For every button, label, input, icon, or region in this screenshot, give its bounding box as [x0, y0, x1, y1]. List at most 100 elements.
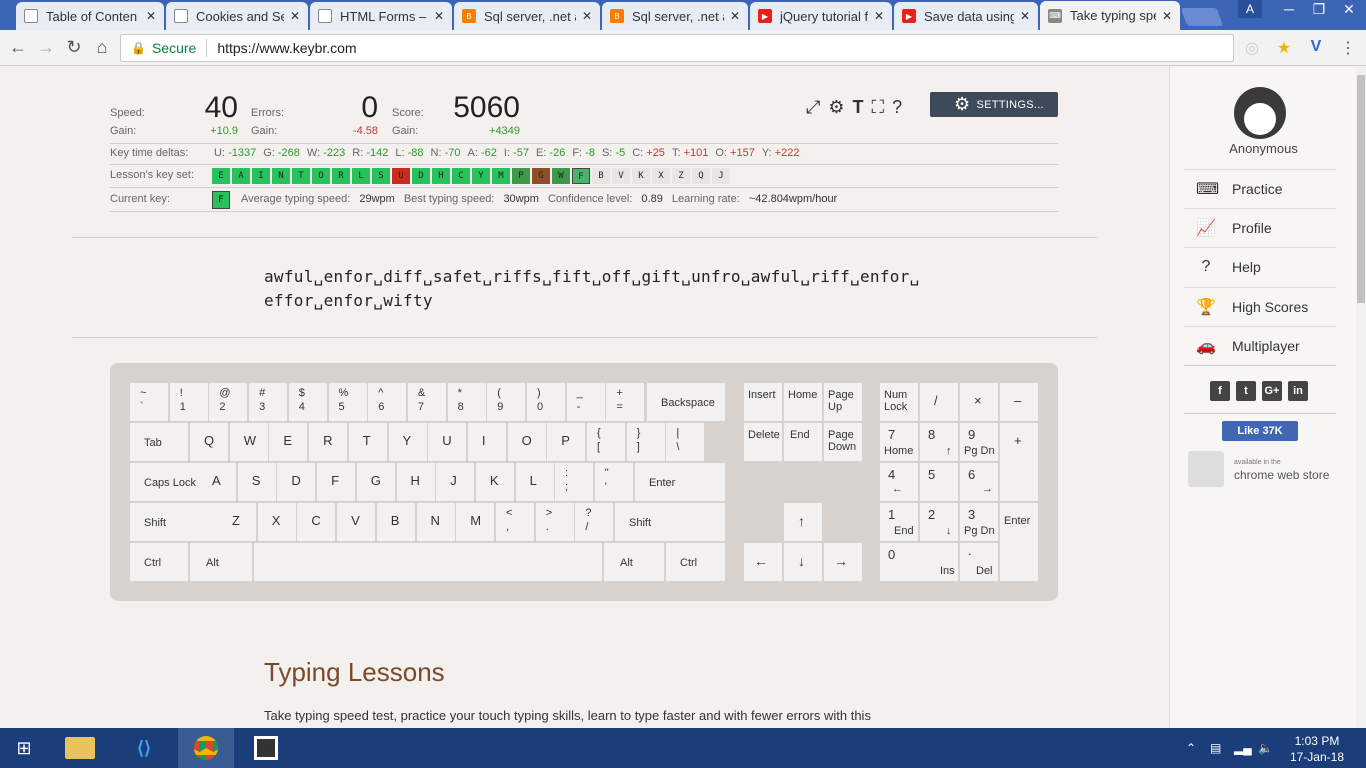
key[interactable]: ? /: [575, 503, 614, 541]
tab-jquery-tutorial[interactable]: ▶ jQuery tutorial f ✕: [750, 2, 892, 30]
key-numpad-1[interactable]: 1 End: [880, 503, 918, 541]
key-n[interactable]: N: [416, 503, 455, 541]
key-numpad-multiply[interactable]: ×: [960, 383, 998, 421]
key-page-down[interactable]: Page Down: [824, 423, 862, 461]
key-numpad-minus[interactable]: –: [1000, 383, 1038, 421]
key-page-up[interactable]: Page Up: [824, 383, 862, 421]
key-numpad-9[interactable]: 9 Pg Dn: [960, 423, 998, 461]
sidebar-item-multiplayer[interactable]: 🚗 Multiplayer: [1184, 326, 1336, 365]
key-numpad-plus[interactable]: +: [1000, 423, 1038, 501]
key-num-lock[interactable]: Num Lock: [880, 383, 918, 421]
help-circle-icon[interactable]: ?: [892, 97, 902, 118]
key-q[interactable]: Q: [190, 423, 228, 461]
key-l[interactable]: L: [515, 463, 554, 501]
sidebar-item-help[interactable]: ? Help: [1184, 247, 1336, 286]
key-numpad-divide[interactable]: /: [920, 383, 958, 421]
key-c[interactable]: C: [297, 503, 336, 541]
tab-sql-server-2[interactable]: B Sql server, .net a ✕: [602, 2, 748, 30]
key-numpad-0[interactable]: 0 Ins: [880, 543, 958, 581]
key-backspace[interactable]: Backspace: [647, 383, 725, 421]
chrome-web-store-badge[interactable]: available in the chrome web store: [1188, 451, 1338, 489]
key-z[interactable]: Z: [218, 503, 256, 541]
close-icon[interactable]: ✕: [730, 9, 740, 23]
key-arrow-up[interactable]: ↑: [784, 503, 822, 541]
key-m[interactable]: M: [456, 503, 495, 541]
key-e[interactable]: E: [269, 423, 308, 461]
key[interactable]: | \: [666, 423, 705, 461]
tab-keybr-active[interactable]: ⌨ Take typing spe ✕: [1040, 1, 1180, 30]
extension-v-icon[interactable]: V: [1306, 38, 1326, 56]
key[interactable]: ~ `: [130, 383, 168, 421]
key[interactable]: }]: [626, 423, 665, 461]
tab-sql-server-1[interactable]: B Sql server, .net a ✕: [454, 2, 600, 30]
facebook-like-button[interactable]: Like 37K: [1222, 421, 1298, 441]
scrollbar[interactable]: [1356, 67, 1366, 728]
google-plus-icon[interactable]: G+: [1262, 381, 1282, 401]
expand-icon[interactable]: ⤢: [806, 97, 820, 118]
key[interactable]: ^ 6: [368, 383, 407, 421]
network-icon[interactable]: ▂▄: [1234, 741, 1252, 755]
new-tab-button[interactable]: [1180, 8, 1224, 26]
fullscreen-icon[interactable]: ⛶: [872, 97, 885, 118]
key-o[interactable]: O: [507, 423, 546, 461]
forward-icon[interactable]: →: [36, 38, 56, 56]
key-arrow-right[interactable]: →: [824, 543, 862, 581]
key-numpad-3[interactable]: 3 Pg Dn: [960, 503, 998, 541]
facebook-icon[interactable]: f: [1210, 381, 1230, 401]
key-numpad-4[interactable]: 4 ←: [880, 463, 918, 501]
scrollbar-thumb[interactable]: [1357, 75, 1365, 303]
key-home[interactable]: Home: [784, 383, 822, 421]
key[interactable]: >.: [535, 503, 574, 541]
key-r[interactable]: R: [309, 423, 348, 461]
avatar[interactable]: [1234, 87, 1286, 139]
device-icon[interactable]: ▤: [1210, 741, 1221, 755]
maximize-icon[interactable]: ❐: [1304, 0, 1334, 20]
key[interactable]: (9: [487, 383, 526, 421]
menu-icon[interactable]: ⋮: [1338, 38, 1358, 58]
key[interactable]: #3: [249, 383, 288, 421]
key-y[interactable]: Y: [388, 423, 427, 461]
key[interactable]: :;: [555, 463, 593, 501]
back-icon[interactable]: ←: [8, 38, 28, 56]
key[interactable]: @2: [209, 383, 248, 421]
key-numpad-7[interactable]: 7 Home: [880, 423, 918, 461]
vscode-icon[interactable]: ⟨⟩: [124, 728, 164, 768]
key[interactable]: {[: [587, 423, 625, 461]
profile-button[interactable]: A: [1238, 0, 1262, 18]
key-p[interactable]: P: [547, 423, 586, 461]
volume-icon[interactable]: 🔈: [1258, 741, 1273, 755]
key[interactable]: * 8: [447, 383, 486, 421]
key-space[interactable]: [254, 543, 602, 581]
key-alt-right[interactable]: Alt: [604, 543, 664, 581]
address-bar[interactable]: 🔒 Secure https://www.keybr.com: [120, 34, 1234, 62]
tab-save-data[interactable]: ▶ Save data using ✕: [894, 2, 1038, 30]
key-numpad-dot[interactable]: . Del: [960, 543, 998, 581]
key-k[interactable]: K: [475, 463, 514, 501]
key-arrow-left[interactable]: ←: [744, 543, 782, 581]
twitter-icon[interactable]: t: [1236, 381, 1256, 401]
sidebar-item-practice[interactable]: ⌨ Practice: [1184, 169, 1336, 208]
close-icon[interactable]: ✕: [290, 9, 300, 23]
key-u[interactable]: U: [428, 423, 467, 461]
key-ctrl-left[interactable]: Ctrl: [130, 543, 188, 581]
tab-html-forms[interactable]: HTML Forms – ✕: [310, 2, 452, 30]
key-j[interactable]: J: [436, 463, 475, 501]
sidebar-item-high-scores[interactable]: 🏆 High Scores: [1184, 287, 1336, 326]
key-h[interactable]: H: [396, 463, 435, 501]
lesson-text-area[interactable]: awful␣enfor␣diff␣safet␣riffs␣fift␣off␣gi…: [264, 265, 919, 313]
key-v[interactable]: V: [337, 503, 376, 541]
key[interactable]: " ': [594, 463, 633, 501]
chrome-icon[interactable]: [178, 728, 234, 768]
tab-table-of-contents[interactable]: Table of Conten ✕: [16, 2, 164, 30]
url-text[interactable]: https://www.keybr.com: [217, 40, 356, 56]
key-numpad-enter[interactable]: Enter: [1000, 503, 1038, 581]
key-d[interactable]: D: [277, 463, 316, 501]
close-icon[interactable]: ✕: [582, 9, 592, 23]
key-ctrl-right[interactable]: Ctrl: [666, 543, 725, 581]
close-icon[interactable]: ✕: [434, 9, 444, 23]
key-numpad-2[interactable]: 2 ↓: [920, 503, 958, 541]
close-icon[interactable]: ✕: [874, 9, 884, 23]
tab-cookies[interactable]: Cookies and Se ✕: [166, 2, 308, 30]
file-explorer-icon[interactable]: [60, 728, 100, 768]
key-g[interactable]: G: [356, 463, 395, 501]
